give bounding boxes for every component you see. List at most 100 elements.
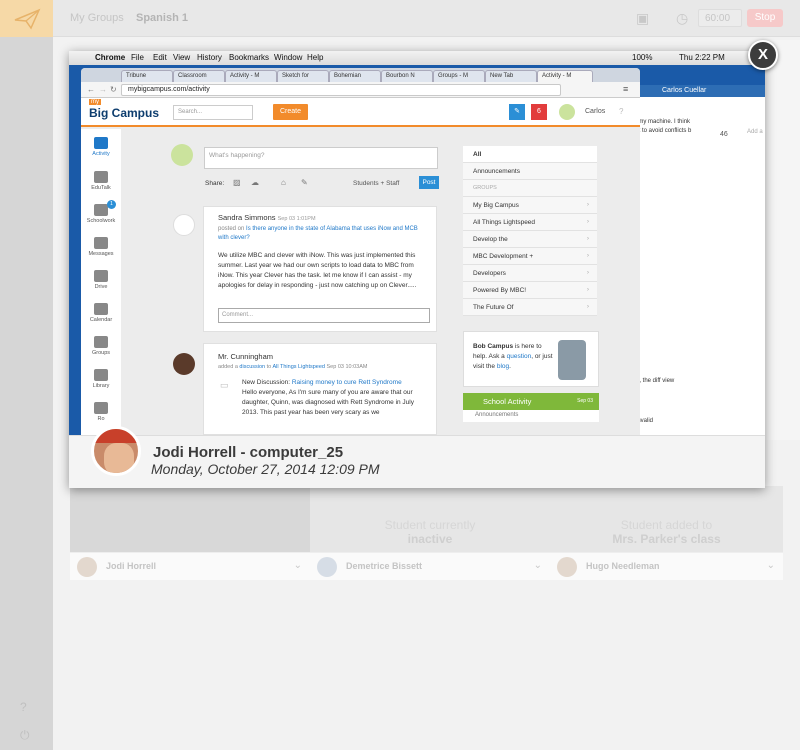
filter-all[interactable]: All (463, 146, 597, 163)
browser-tab[interactable]: Groups - M (433, 70, 485, 82)
forward-icon[interactable]: → (99, 85, 107, 94)
pin-icon[interactable]: ✎ (301, 178, 308, 187)
compose-input[interactable]: What's happening? (204, 147, 438, 169)
nav-calendar[interactable]: Calendar (81, 303, 121, 323)
chevron-down-icon[interactable]: ⌄ (294, 560, 302, 571)
group-item[interactable]: My Big Campus › (463, 197, 597, 214)
browser-tab[interactable]: Classroom (173, 70, 225, 82)
menu-edit[interactable]: Edit (153, 53, 167, 62)
chevron-down-icon[interactable]: ⌄ (534, 560, 542, 571)
groups-heading: GROUPS (463, 180, 597, 197)
timer-select[interactable]: 60:00 (698, 9, 742, 27)
close-button[interactable]: X (748, 40, 778, 70)
search-input[interactable]: Search... (173, 105, 253, 120)
stop-button[interactable]: Stop (747, 9, 783, 27)
menu-window[interactable]: Window (274, 53, 302, 62)
screen-thumbnail[interactable] (70, 486, 310, 552)
avatar (171, 144, 193, 166)
breadcrumb-groups[interactable]: My Groups (70, 12, 124, 24)
big-campus-logo[interactable]: Big Campus (89, 106, 159, 120)
browser-window: Tribune Classroom Activity - M Sketch fo… (81, 68, 640, 435)
battery-status: 100% (632, 53, 653, 62)
browser-tab[interactable]: Activity - M (225, 70, 277, 82)
menu-chrome[interactable]: Chrome (95, 53, 125, 62)
menu-view[interactable]: View (173, 53, 190, 62)
menu-file[interactable]: File (131, 53, 144, 62)
breadcrumb-current: Spanish 1 (136, 12, 188, 24)
group-item[interactable]: Powered By MBC! › (463, 282, 597, 299)
nav-messages[interactable]: Messages (81, 237, 121, 257)
create-button[interactable]: Create (273, 104, 308, 120)
pin-icon[interactable]: ✎ (509, 104, 525, 120)
help-icon[interactable]: ? (20, 700, 27, 714)
chevron-down-icon[interactable]: ⌄ (767, 560, 775, 571)
audience-select[interactable]: Students + Staff (353, 180, 399, 187)
behind-count: 46 (720, 131, 728, 138)
clipboard-icon (94, 204, 108, 216)
image-icon[interactable]: ▨ (233, 178, 241, 187)
menu-history[interactable]: History (197, 53, 222, 62)
avatar (173, 214, 195, 236)
screen-thumbnail: Student added to Mrs. Parker's class (550, 486, 783, 552)
url-bar[interactable]: mybigcampus.com/activity (121, 84, 561, 96)
post-author: Sandra Simmons Sep 03 1:01PM (218, 213, 316, 222)
question-link[interactable]: question (507, 353, 532, 360)
browser-tab-active[interactable]: Activity - M (537, 70, 593, 82)
post-link[interactable]: Is there anyone in the state of Alabama … (218, 226, 418, 241)
layout-icon[interactable]: ▣ (636, 10, 649, 27)
bob-campus-box: Bob Campus is here to help. Ask a questi… (463, 331, 599, 387)
filter-announcements[interactable]: Announcements (463, 163, 597, 180)
blog-link[interactable]: blog (497, 363, 509, 370)
avatar (173, 353, 195, 375)
student-card[interactable]: Student currently inactive Demetrice Biss… (310, 486, 550, 580)
group-item[interactable]: All Things Lightspeed › (463, 214, 597, 231)
browser-tab[interactable]: Tribune (121, 70, 173, 82)
library-icon[interactable]: ⌂ (281, 178, 286, 187)
paper-plane-icon (14, 8, 40, 30)
group-item[interactable]: The Future Of › (463, 299, 597, 316)
schoolwork-badge: 1 (107, 200, 116, 209)
help-icon[interactable]: ? (619, 107, 623, 116)
student-card[interactable]: Jodi Horrell ⌄ (70, 486, 310, 580)
avatar[interactable] (559, 104, 575, 120)
group-item[interactable]: Develop the › (463, 231, 597, 248)
user-name[interactable]: Carlos (585, 108, 605, 115)
group-item[interactable]: Developers › (463, 265, 597, 282)
post-button[interactable]: Post (419, 176, 439, 189)
nav-edutalk[interactable]: EduTalk (81, 171, 121, 191)
back-icon[interactable]: ← (87, 85, 95, 94)
student-card[interactable]: Student added to Mrs. Parker's class Hugo… (550, 486, 783, 580)
group-item[interactable]: MBC Development + › (463, 248, 597, 265)
nav-groups[interactable]: Groups (81, 336, 121, 356)
nav-library[interactable]: Library (81, 369, 121, 389)
desktop: Carlos Cuellar 46 Add a on my machine. I… (69, 65, 765, 435)
comment-input[interactable]: Comment... (218, 308, 430, 323)
app-logo[interactable] (0, 0, 53, 37)
school-announcements[interactable]: Announcements (463, 410, 599, 422)
student-avatar (91, 426, 141, 476)
browser-tab[interactable]: Sketch for (277, 70, 329, 82)
nav-drive[interactable]: Drive (81, 270, 121, 290)
menu-bookmarks[interactable]: Bookmarks (229, 53, 269, 62)
browser-tab[interactable]: Bourbon N (381, 70, 433, 82)
school-activity-header[interactable]: School Activity Sep 03 (463, 393, 599, 410)
browser-tab[interactable]: New Tab (485, 70, 537, 82)
student-name: Jodi Horrell (106, 561, 157, 571)
mac-clock: Thu 2:22 PM (679, 53, 725, 62)
reload-icon[interactable]: ↻ (110, 85, 117, 94)
hat (94, 429, 138, 443)
menu-icon[interactable]: ≡ (623, 84, 628, 94)
left-nav: Activity EduTalk Schoolwork 1 Messages Dr… (81, 129, 121, 435)
nav-reports[interactable]: Ro (81, 402, 121, 422)
nav-activity[interactable]: Activity (81, 137, 121, 157)
feed-post: Sandra Simmons Sep 03 1:01PM posted on I… (203, 206, 437, 332)
browser-tab[interactable]: Bohemian (329, 70, 381, 82)
student-name: Demetrice Bissett (346, 561, 423, 571)
menu-help[interactable]: Help (307, 53, 323, 62)
nav-schoolwork[interactable]: Schoolwork 1 (81, 200, 121, 224)
avatar (557, 557, 577, 577)
notification-badge[interactable]: 6 (531, 104, 547, 120)
cloud-icon[interactable]: ☁ (251, 178, 259, 187)
owl-icon (94, 171, 108, 183)
power-icon[interactable]: ⏻ (20, 728, 30, 743)
